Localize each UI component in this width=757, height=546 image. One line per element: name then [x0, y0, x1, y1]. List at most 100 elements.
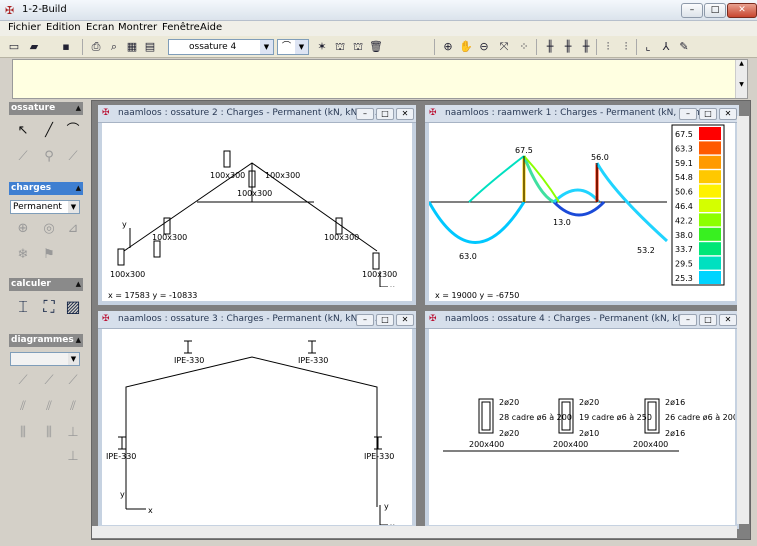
child-close-button[interactable]: ✕: [719, 314, 737, 326]
window-ossature-2[interactable]: ✠ naamloos : ossature 2 : Charges - Perm…: [98, 105, 416, 305]
diagram-dz-icon[interactable]: ⟋: [38, 370, 60, 392]
delete-icon[interactable]: 🗑: [368, 39, 384, 55]
diagram-v-icon[interactable]: ⫽: [38, 396, 60, 418]
child-restore-button[interactable]: □: [376, 108, 394, 120]
frame-grid-icon[interactable]: ╫: [542, 39, 558, 55]
window-titlebar[interactable]: ✠ naamloos : ossature 4 : Charges - Perm…: [425, 311, 739, 329]
section-label: 100x300: [110, 270, 145, 279]
diagram-b-icon[interactable]: ⫼: [38, 422, 60, 444]
section-label: 100x300: [324, 233, 359, 242]
child-minimize-button[interactable]: –: [356, 314, 374, 326]
draw-frame-icon[interactable]: ⌒: [62, 120, 84, 142]
moment-load-icon[interactable]: ◎: [38, 218, 60, 240]
structure-select[interactable]: ossature 4 ▼: [168, 39, 274, 55]
axis3d-icon[interactable]: ⅄: [658, 39, 674, 55]
minimize-button[interactable]: –: [681, 3, 703, 18]
open-folder-icon[interactable]: ▰: [26, 39, 42, 55]
svg-text:26 cadre ø6 à 200: 26 cadre ø6 à 200: [665, 413, 735, 422]
pencil-icon[interactable]: ✎: [676, 39, 692, 55]
zoom-fit-icon[interactable]: ⤧: [496, 39, 512, 55]
member-color-icon[interactable]: ⫶: [618, 39, 634, 55]
charges-select[interactable]: Permanent ▼: [10, 200, 80, 214]
message-scrollbar[interactable]: ▲ ▼: [735, 60, 747, 98]
menu-edition[interactable]: Edition: [46, 22, 81, 33]
pan-hand-icon[interactable]: ✋: [458, 39, 474, 55]
horizontal-scrollbar[interactable]: [92, 526, 737, 538]
calc-frame-icon[interactable]: ⛶: [38, 296, 60, 318]
child-restore-button[interactable]: □: [699, 108, 717, 120]
print-preview-icon[interactable]: ⌕: [106, 39, 122, 55]
load-case-select[interactable]: ⌒ ▼: [277, 39, 309, 55]
table-icon[interactable]: ▦: [124, 39, 140, 55]
select-pointer-icon[interactable]: ↖: [12, 120, 34, 142]
print-icon[interactable]: ⎙: [88, 39, 104, 55]
close-button[interactable]: ✕: [727, 3, 757, 18]
node-icon[interactable]: ⟋: [12, 146, 34, 168]
svg-text:56.0: 56.0: [591, 153, 609, 162]
menu-montrer[interactable]: Montrer: [118, 22, 157, 33]
child-close-button[interactable]: ✕: [719, 108, 737, 120]
flag-icon[interactable]: ⚑: [38, 244, 60, 266]
drawing-canvas[interactable]: y x y x IPE-330 IPE-330 IPE-330 IPE-330: [102, 329, 412, 525]
window-ossature-4[interactable]: ✠ naamloos : ossature 4 : Charges - Perm…: [425, 311, 739, 529]
reinforcement-canvas[interactable]: 2ø20 28 cadre ø6 à 200 2ø20 200x400 2ø20…: [429, 329, 735, 525]
axis-icon[interactable]: ⌞: [640, 39, 656, 55]
menu-ecran[interactable]: Ecran: [86, 22, 114, 33]
child-close-button[interactable]: ✕: [396, 108, 414, 120]
child-minimize-button[interactable]: –: [356, 108, 374, 120]
window-titlebar[interactable]: ✠ naamloos : raamwerk 1 : Charges - Perm…: [425, 105, 739, 123]
menu-fichier[interactable]: Fichier: [8, 22, 41, 33]
diagram-a-icon[interactable]: ⫼: [12, 422, 34, 444]
zoom-out-icon[interactable]: ⊖: [476, 39, 492, 55]
calc-beam-icon[interactable]: ⌶: [12, 296, 34, 318]
point-load-icon[interactable]: ⊕: [12, 218, 34, 240]
legend-swatch: [699, 256, 721, 270]
child-minimize-button[interactable]: –: [679, 314, 697, 326]
frame-support-icon[interactable]: ⛫: [350, 39, 366, 55]
menu-fenetre[interactable]: Fenêtre: [162, 22, 200, 33]
frame-grid2-icon[interactable]: ╫: [560, 39, 576, 55]
frame-icon[interactable]: ⛫: [332, 39, 348, 55]
child-minimize-button[interactable]: –: [679, 108, 697, 120]
moment-diagram-canvas[interactable]: 67.5 56.0 13.0 63.0 53.2 67.5 63.3 59.1 54.…: [429, 123, 735, 287]
diagram-d-icon[interactable]: ⟋: [62, 370, 84, 392]
save-icon[interactable]: ▪: [58, 39, 74, 55]
draw-bar-icon[interactable]: ╱: [38, 120, 60, 142]
grid-icon[interactable]: ⁘: [516, 39, 532, 55]
menu-aide[interactable]: Aide: [200, 22, 222, 33]
distributed-load-icon[interactable]: ⊿: [62, 218, 84, 240]
member-icon[interactable]: ⫶: [600, 39, 616, 55]
frame-grid3-icon[interactable]: ╫: [578, 39, 594, 55]
child-close-button[interactable]: ✕: [396, 314, 414, 326]
diagram-n-icon[interactable]: ⫽: [12, 396, 34, 418]
maximize-button[interactable]: □: [704, 3, 726, 18]
diagram-my-icon[interactable]: ⫽: [62, 396, 84, 418]
star-icon[interactable]: ✶: [314, 39, 330, 55]
window-titlebar[interactable]: ✠ naamloos : ossature 3 : Charges - Perm…: [98, 311, 416, 329]
legend-label: 54.8: [675, 173, 693, 182]
window-icon[interactable]: ▤: [142, 39, 158, 55]
panel-ossature-header[interactable]: ossature ▲: [9, 102, 83, 115]
drawing-canvas[interactable]: y x 100x300 100x300 100x300 100x300 100x…: [102, 123, 412, 287]
legend-swatch: [699, 213, 721, 227]
support-icon[interactable]: ⚲: [38, 146, 60, 168]
hinge-icon[interactable]: ⟋: [62, 146, 84, 168]
diagram-dx-icon[interactable]: ⟋: [12, 370, 34, 392]
window-titlebar[interactable]: ✠ naamloos : ossature 2 : Charges - Perm…: [98, 105, 416, 123]
window-ossature-3[interactable]: ✠ naamloos : ossature 3 : Charges - Perm…: [98, 311, 416, 529]
diagrammes-select[interactable]: ▼: [10, 352, 80, 366]
window-raamwerk-1[interactable]: ✠ naamloos : raamwerk 1 : Charges - Perm…: [425, 105, 739, 305]
snow-load-icon[interactable]: ❄: [12, 244, 34, 266]
panel-calculer-header[interactable]: calculer ▲: [9, 278, 83, 291]
new-file-icon[interactable]: ▭: [6, 39, 22, 55]
panel-charges-header[interactable]: charges ▲: [9, 182, 83, 195]
calc-section-icon[interactable]: ▨: [62, 296, 84, 318]
child-restore-button[interactable]: □: [699, 314, 717, 326]
diagram-r-icon[interactable]: ⊥: [62, 422, 84, 444]
vertical-scrollbar[interactable]: [737, 116, 749, 524]
panel-diagrammes-header[interactable]: diagrammes ▲: [9, 334, 83, 347]
zoom-in-icon[interactable]: ⊕: [440, 39, 456, 55]
message-area[interactable]: ▲ ▼: [12, 59, 748, 99]
diagram-ma-icon[interactable]: ⊥: [62, 446, 84, 468]
child-restore-button[interactable]: □: [376, 314, 394, 326]
